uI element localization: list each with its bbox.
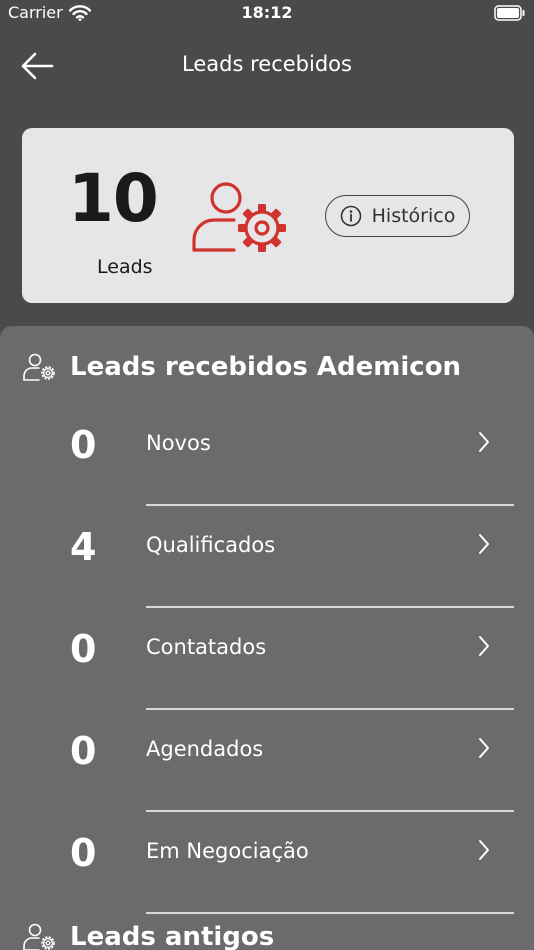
- section-title-received: Leads recebidos Ademicon: [70, 352, 462, 382]
- leads-sheet: Leads recebidos Ademicon 0 Novos 4 Quali…: [0, 326, 534, 950]
- status-count: 0: [70, 729, 97, 773]
- status-count: 0: [70, 831, 97, 875]
- chevron-right-icon: [479, 432, 489, 452]
- history-button-label: Histórico: [371, 205, 456, 227]
- status-label: Novos: [146, 431, 211, 455]
- total-leads-count: 10: [68, 160, 159, 237]
- section-header-received: Leads recebidos Ademicon: [22, 352, 461, 382]
- status-time: 18:12: [241, 3, 293, 22]
- page-title: Leads recebidos: [182, 52, 352, 76]
- status-bar: Carrier 18:12: [0, 0, 534, 28]
- status-label: Contatados: [146, 635, 267, 659]
- status-count: 4: [70, 525, 97, 569]
- status-label: Qualificados: [146, 533, 276, 557]
- row-divider: [146, 810, 514, 812]
- row-divider: [146, 912, 514, 914]
- user-gear-icon: [192, 182, 286, 252]
- info-icon: [340, 205, 361, 227]
- status-count: 0: [70, 627, 97, 671]
- battery-icon: [494, 5, 525, 21]
- total-leads-label: Leads: [97, 256, 153, 278]
- status-row-em-negociacao[interactable]: 0 Em Negociação: [0, 813, 534, 915]
- status-label: Em Negociação: [146, 839, 309, 863]
- status-row-qualificados[interactable]: 4 Qualificados: [0, 507, 534, 609]
- row-divider: [146, 504, 514, 506]
- chevron-right-icon: [479, 534, 489, 554]
- status-row-contatados[interactable]: 0 Contatados: [0, 609, 534, 711]
- section-header-old: Leads antigos: [22, 922, 274, 950]
- section-title-old: Leads antigos: [70, 922, 275, 950]
- status-row-agendados[interactable]: 0 Agendados: [0, 711, 534, 813]
- leads-summary-card: 10 Leads Histórico: [22, 128, 514, 303]
- row-divider: [146, 708, 514, 710]
- chevron-right-icon: [479, 840, 489, 860]
- navigation-bar: Leads recebidos: [0, 36, 534, 96]
- row-divider: [146, 606, 514, 608]
- status-row-novos[interactable]: 0 Novos: [0, 405, 534, 507]
- user-gear-icon: [23, 923, 55, 950]
- status-label: Agendados: [146, 737, 264, 761]
- status-count: 0: [70, 423, 97, 467]
- history-button[interactable]: Histórico: [325, 195, 470, 237]
- chevron-right-icon: [479, 738, 489, 758]
- user-gear-icon: [23, 353, 55, 381]
- chevron-right-icon: [479, 636, 489, 656]
